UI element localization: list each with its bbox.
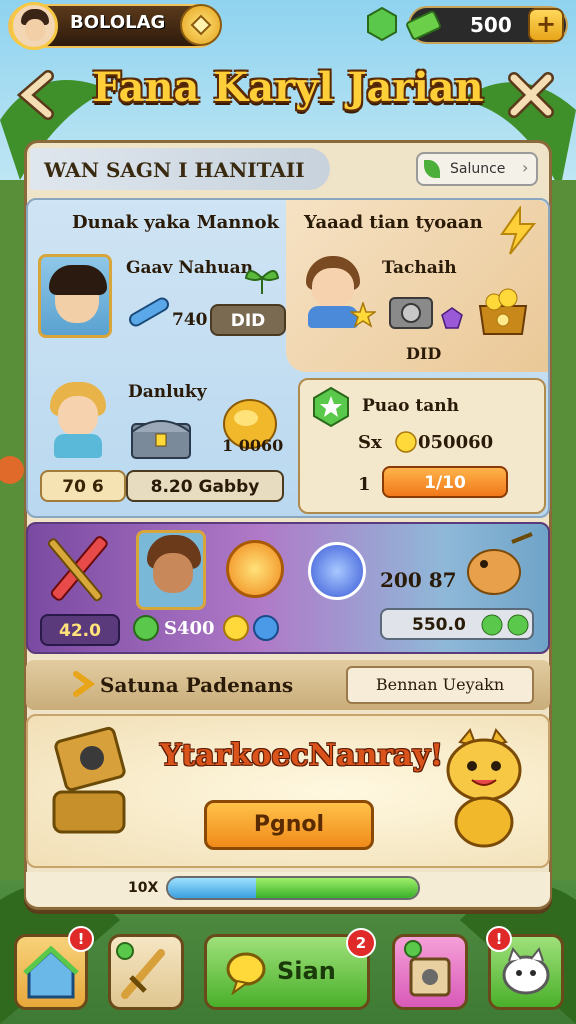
hero-portrait-1[interactable] bbox=[38, 254, 112, 338]
nav-pet-badge: ! bbox=[486, 926, 512, 952]
hero-value-3-right: 1 0060 bbox=[222, 436, 284, 455]
treasure-icon bbox=[474, 282, 532, 342]
nav-chat-badge: 2 bbox=[346, 928, 376, 958]
hero-name-2: Tachaih bbox=[382, 258, 457, 278]
progress-fill-blue bbox=[168, 878, 256, 898]
star-orb-icon[interactable] bbox=[308, 542, 366, 600]
nav-sword-button[interactable] bbox=[108, 934, 184, 1010]
plant-icon bbox=[242, 258, 282, 302]
blue-token-icon bbox=[252, 614, 280, 646]
nav-chat-label: Sian bbox=[277, 957, 336, 985]
gold-token-icon bbox=[222, 614, 250, 646]
progress-bar bbox=[166, 876, 420, 900]
reward-card-stat-value: 050060 bbox=[418, 432, 494, 453]
player-name: BOLOLAG bbox=[70, 12, 166, 33]
hero-portrait-3[interactable] bbox=[46, 380, 110, 460]
item-value-1: 42.0 bbox=[40, 614, 120, 646]
robot-icon bbox=[40, 724, 144, 848]
hero-portrait-4[interactable] bbox=[136, 530, 206, 610]
item-value-2: S400 bbox=[164, 618, 215, 639]
nav-chat-button[interactable]: Sian bbox=[204, 934, 370, 1010]
nav-gift-button[interactable] bbox=[392, 934, 468, 1010]
claim-button[interactable]: Pgnol bbox=[204, 800, 374, 850]
chevron-right-icon: › bbox=[522, 158, 529, 177]
nav-home-badge: ! bbox=[68, 926, 94, 952]
progress-fill-green bbox=[255, 878, 418, 898]
reward-card-stat-prefix: Sx bbox=[358, 432, 382, 453]
creature-icon bbox=[454, 532, 538, 608]
subsection-button[interactable]: Bennan Ueyakn bbox=[346, 666, 534, 704]
hero-value-1: 740 bbox=[172, 310, 208, 330]
potion-icon bbox=[124, 292, 174, 336]
chat-icon bbox=[226, 952, 266, 995]
coin-stack-icon bbox=[394, 430, 418, 458]
star-badge-icon bbox=[310, 386, 352, 432]
gem-icon bbox=[364, 6, 400, 42]
camera-icon bbox=[388, 292, 434, 336]
star-icon bbox=[348, 300, 378, 332]
hero-name-1: Gaav Nahuan bbox=[126, 258, 253, 278]
mascot-icon bbox=[432, 726, 536, 854]
cash-icon bbox=[404, 6, 444, 46]
hero-name-3: Danluky bbox=[128, 382, 207, 402]
hero-pill-1[interactable]: DID bbox=[210, 304, 286, 336]
characters-title: Dunak yaka Mannok bbox=[72, 212, 279, 233]
crystal-icon bbox=[440, 306, 464, 334]
subsection-title: Satuna Padenans bbox=[100, 673, 294, 697]
gold-orb-icon[interactable] bbox=[226, 540, 284, 598]
item-value-3: 200 87 bbox=[380, 568, 457, 592]
reward-card-count: 1 bbox=[358, 474, 371, 495]
shop-title: Yaaad tian tyoaan bbox=[304, 212, 483, 233]
balance-button-label: Salunce bbox=[450, 161, 506, 177]
arrow-right-icon bbox=[70, 670, 98, 702]
gift-icon bbox=[404, 940, 451, 997]
green-token-icon bbox=[132, 614, 160, 646]
coin-icon[interactable] bbox=[180, 4, 222, 46]
chest-icon bbox=[128, 410, 194, 466]
crossed-swords-icon bbox=[36, 530, 120, 614]
leaf-token-icon bbox=[480, 613, 530, 641]
currency-value: 500 bbox=[470, 13, 512, 37]
reward-title: YtarkoecNanray! bbox=[160, 738, 444, 773]
page-title: Fana Karyl Jarian bbox=[92, 64, 484, 111]
reward-card-title: Puao tanh bbox=[362, 396, 460, 416]
hero-pill-3-mid[interactable]: 8.20 Gabby bbox=[126, 470, 284, 502]
progress-label: 10X bbox=[128, 880, 159, 896]
close-button[interactable] bbox=[506, 70, 556, 120]
player-avatar[interactable] bbox=[10, 2, 58, 50]
panel-header-title: WAN SAGN I HANITAII bbox=[44, 158, 305, 182]
sword-icon bbox=[116, 942, 165, 999]
hero-pill-3-left[interactable]: 70 6 bbox=[40, 470, 126, 502]
hero-value-2: DID bbox=[406, 344, 442, 363]
lightning-icon bbox=[492, 204, 542, 260]
add-currency-button[interactable]: + bbox=[528, 8, 564, 42]
reward-card-button[interactable]: 1/10 bbox=[382, 466, 508, 498]
